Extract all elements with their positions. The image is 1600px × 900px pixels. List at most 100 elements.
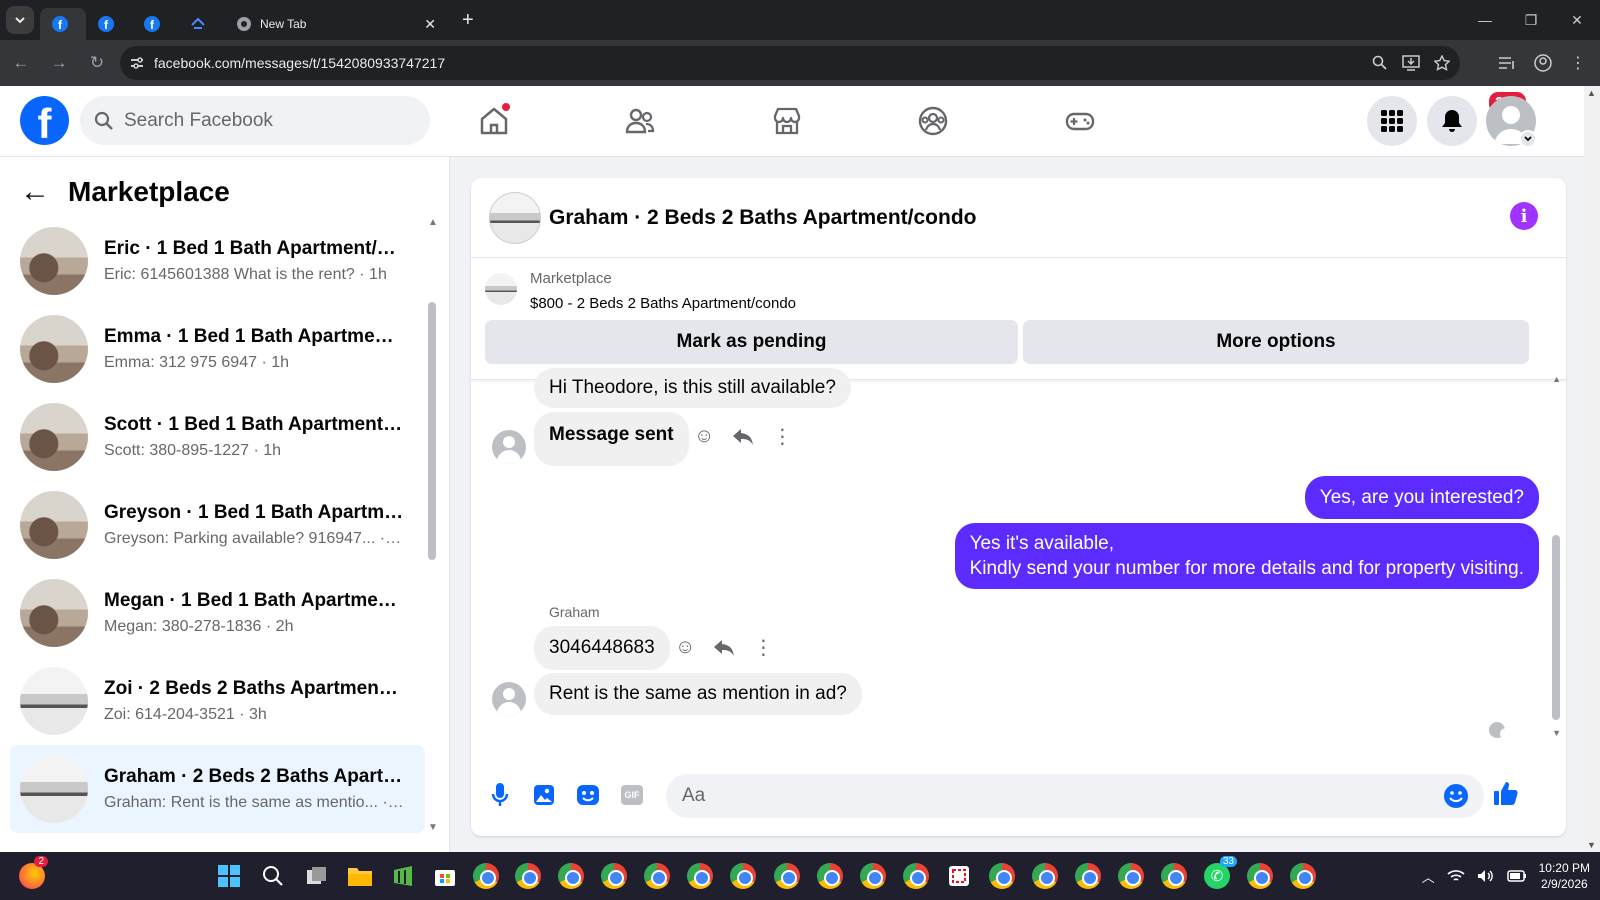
message-input-box[interactable] [666, 774, 1484, 818]
taskbar-chrome[interactable] [814, 860, 846, 892]
bookmark-star-icon[interactable] [1434, 55, 1450, 71]
chat-title[interactable]: Graham · 2 Beds 2 Baths Apartment/condo [549, 206, 976, 230]
taskbar-chrome[interactable] [900, 860, 932, 892]
more-icon[interactable]: ⋮ [753, 635, 773, 660]
conversation-item[interactable]: Megan · 1 Bed 1 Bath Apartment... Megan: … [10, 569, 425, 657]
nav-groups[interactable] [908, 96, 958, 146]
wifi-icon[interactable] [1447, 869, 1465, 883]
reading-list-icon[interactable] [1498, 55, 1516, 71]
profile-icon[interactable] [1534, 54, 1552, 72]
taskbar-chrome[interactable] [1029, 860, 1061, 892]
taskbar-chrome[interactable] [1287, 860, 1319, 892]
sticker-button[interactable] [573, 780, 603, 810]
taskbar-task-view[interactable] [301, 860, 333, 892]
back-arrow-icon[interactable]: ← [20, 175, 50, 209]
conversation-item[interactable]: Scott · 1 Bed 1 Bath Apartment/c... Scott… [10, 393, 425, 481]
emoji-button[interactable] [1441, 781, 1471, 811]
nav-home[interactable] [469, 96, 519, 146]
attach-photo-button[interactable] [529, 780, 559, 810]
info-icon[interactable]: i [1510, 202, 1538, 230]
taskbar-chrome[interactable] [1072, 860, 1104, 892]
site-settings-icon[interactable] [128, 54, 146, 72]
zoom-icon[interactable] [1372, 55, 1388, 71]
taskbar-chrome[interactable] [512, 860, 544, 892]
taskbar-chrome[interactable] [555, 860, 587, 892]
taskbar-chrome[interactable] [641, 860, 673, 892]
browser-tab-newtab[interactable]: New Tab ✕ [224, 8, 448, 40]
close-window-button[interactable]: ✕ [1554, 0, 1600, 40]
install-app-icon[interactable] [1402, 55, 1420, 71]
conversation-item-selected[interactable]: Graham · 2 Beds 2 Baths Apartm... Graham:… [10, 745, 425, 833]
listing-avatar[interactable] [489, 191, 541, 244]
volume-icon[interactable] [1477, 869, 1495, 883]
send-like-button[interactable] [1491, 778, 1521, 808]
taskbar-file-explorer[interactable] [344, 860, 376, 892]
browser-tab-facebook-3[interactable]: f [132, 8, 178, 40]
tab-search-dropdown[interactable] [6, 6, 34, 34]
clock[interactable]: 10:20 PM 2/9/2026 [1539, 860, 1590, 892]
message-input[interactable] [682, 785, 1382, 807]
scroll-up-arrow[interactable]: ▲ [1552, 374, 1561, 384]
more-options-button[interactable]: More options [1023, 320, 1529, 364]
chat-scrollbar[interactable] [1552, 535, 1560, 720]
scroll-up-arrow[interactable]: ▲ [428, 217, 438, 228]
scroll-down-arrow[interactable]: ▼ [1587, 840, 1596, 850]
voice-clip-button[interactable] [485, 780, 515, 810]
new-tab-button[interactable]: + [462, 9, 474, 32]
close-tab-icon[interactable]: ✕ [424, 16, 436, 33]
taskbar-chrome[interactable] [771, 860, 803, 892]
facebook-logo-icon[interactable]: f [20, 96, 69, 145]
taskbar-whatsapp[interactable]: ✆ 33 [1201, 856, 1237, 892]
search-input[interactable] [124, 109, 404, 132]
reload-button[interactable]: ↻ [80, 46, 114, 80]
conversation-item[interactable]: Emma · 1 Bed 1 Bath Apartment/... Emma: 3… [10, 305, 425, 393]
taskbar-firefox[interactable]: 2 [16, 856, 48, 892]
nav-marketplace[interactable] [762, 96, 812, 146]
taskbar-snipping-tool[interactable] [943, 860, 975, 892]
taskbar-chrome[interactable] [1158, 860, 1190, 892]
notifications-button[interactable] [1427, 96, 1477, 146]
forward-button[interactable]: → [42, 46, 76, 80]
react-icon[interactable]: ☺ [675, 636, 695, 659]
page-scrollbar[interactable]: ▲ ▼ [1584, 86, 1600, 852]
search-box[interactable] [80, 96, 430, 145]
listing-title[interactable]: $800 - 2 Beds 2 Baths Apartment/condo [530, 295, 796, 312]
address-bar[interactable]: facebook.com/messages/t/1542080933747217 [120, 46, 1460, 80]
browser-menu-icon[interactable]: ⋮ [1570, 53, 1586, 73]
taskbar-chrome[interactable] [684, 860, 716, 892]
taskbar-chrome[interactable] [857, 860, 889, 892]
mark-pending-button[interactable]: Mark as pending [485, 320, 1018, 364]
conversation-item[interactable]: Eric · 1 Bed 1 Bath Apartment/co... Eric:… [10, 217, 425, 305]
browser-tab-facebook-2[interactable]: f [86, 8, 132, 40]
nav-friends[interactable] [615, 96, 665, 146]
taskbar-chrome[interactable] [598, 860, 630, 892]
taskbar-chrome[interactable] [1115, 860, 1147, 892]
scroll-down-arrow[interactable]: ▼ [428, 822, 438, 833]
browser-tab-zillow[interactable] [178, 8, 224, 40]
scroll-up-arrow[interactable]: ▲ [1587, 88, 1596, 98]
taskbar-chrome[interactable] [470, 860, 502, 892]
browser-tab-facebook-1[interactable]: f [40, 8, 86, 40]
taskbar-app-green[interactable] [387, 860, 419, 892]
taskbar-store[interactable] [429, 860, 461, 892]
taskbar-chrome[interactable] [1244, 860, 1276, 892]
sidebar-scrollbar[interactable] [428, 302, 436, 560]
scroll-down-arrow[interactable]: ▼ [1552, 728, 1561, 738]
conversation-item[interactable]: Zoi · 2 Beds 2 Baths Apartment/c... Zoi: … [10, 657, 425, 745]
menu-button[interactable] [1367, 96, 1417, 146]
nav-gaming[interactable] [1055, 96, 1105, 146]
reply-icon[interactable] [732, 427, 754, 447]
maximize-button[interactable]: ❐ [1508, 0, 1554, 40]
conversation-item[interactable]: Greyson · 1 Bed 1 Bath Apartmen... Greyso… [10, 481, 425, 569]
minimize-button[interactable]: — [1462, 0, 1508, 40]
battery-icon[interactable] [1506, 869, 1527, 883]
account-dropdown[interactable] [1519, 130, 1537, 148]
start-button[interactable] [213, 860, 245, 892]
gif-button[interactable]: GIF [617, 780, 647, 810]
back-button[interactable]: ← [4, 46, 38, 80]
taskbar-search[interactable] [257, 860, 289, 892]
taskbar-chrome[interactable] [727, 860, 759, 892]
reply-icon[interactable] [713, 638, 735, 658]
more-icon[interactable]: ⋮ [772, 424, 792, 449]
taskbar-chrome[interactable] [986, 860, 1018, 892]
